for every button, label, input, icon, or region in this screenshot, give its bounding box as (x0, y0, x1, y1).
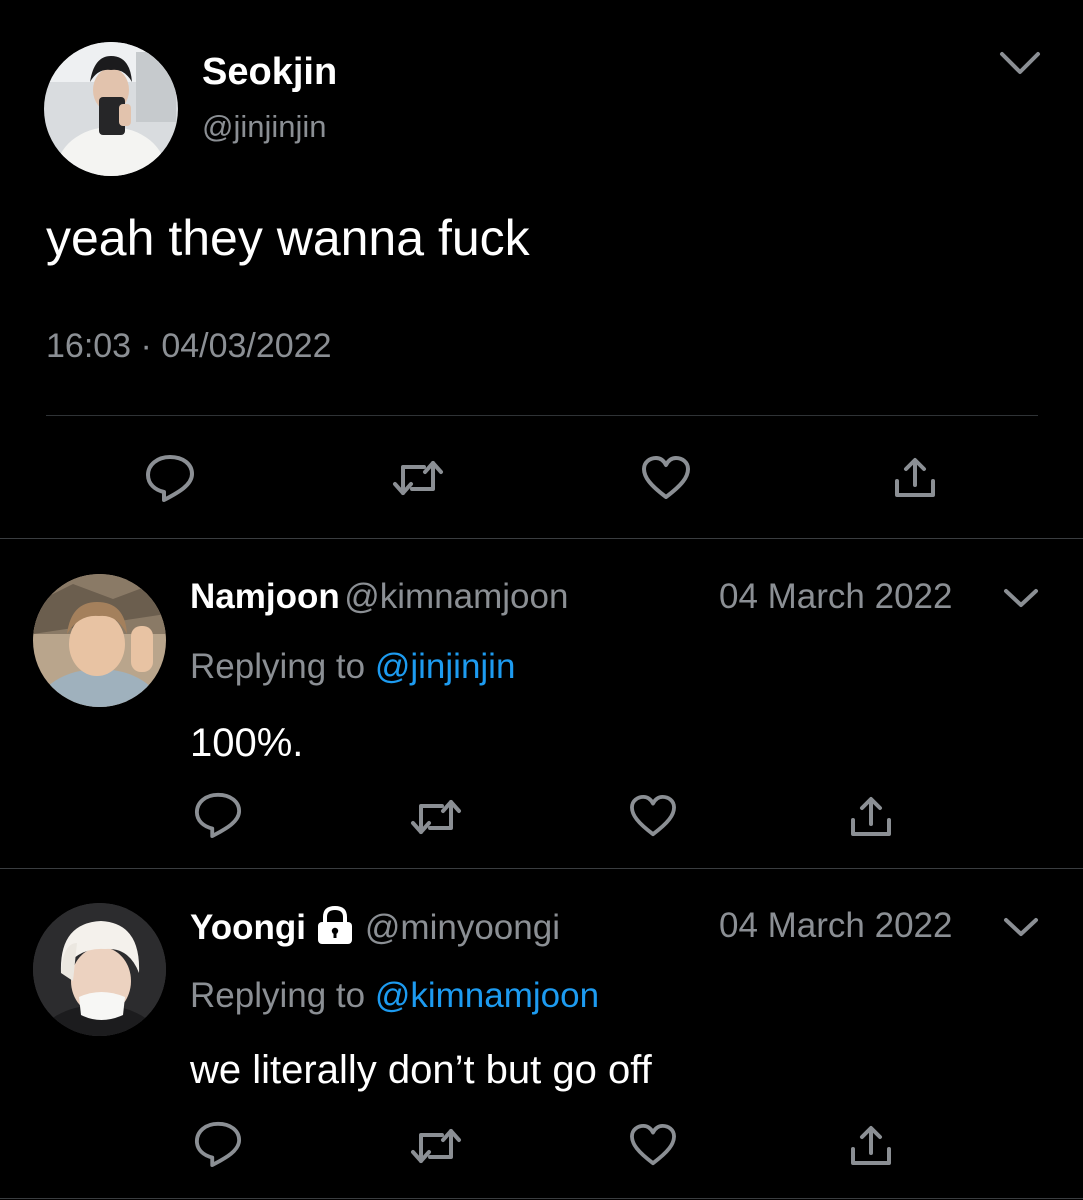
retweet-icon[interactable] (410, 1125, 462, 1167)
tweet-text: yeah they wanna fuck (46, 210, 530, 266)
share-icon[interactable] (848, 1123, 894, 1169)
divider (0, 1198, 1083, 1199)
lock-icon (314, 905, 356, 945)
retweet-icon[interactable] (392, 457, 444, 499)
tweet-timestamp[interactable]: 16:03 · 04/03/2022 (46, 324, 332, 368)
like-icon[interactable] (640, 455, 692, 501)
replying-to: Replying to @kimnamjoon (190, 975, 599, 1017)
replying-to-mention[interactable]: @jinjinjin (375, 647, 516, 686)
avatar-seokjin[interactable] (44, 42, 178, 176)
avatar-yoongi[interactable] (33, 903, 166, 1036)
tweet-date: 04/03/2022 (161, 327, 332, 365)
reply-header: Yoongi @minyoongi (190, 905, 560, 949)
reply-icon[interactable] (193, 1120, 243, 1168)
divider (0, 538, 1083, 539)
chevron-down-icon[interactable] (998, 48, 1042, 78)
chevron-down-icon[interactable] (1002, 586, 1040, 610)
reply-text: 100%. (190, 721, 304, 765)
reply-author-handle[interactable]: @minyoongi (365, 908, 560, 947)
divider (0, 868, 1083, 869)
reply-date[interactable]: 04 March 2022 (719, 905, 952, 947)
like-icon[interactable] (628, 794, 678, 838)
reply-author-handle[interactable]: @kimnamjoon (344, 577, 568, 616)
reply-author-name[interactable]: Namjoon (190, 577, 340, 616)
divider (46, 415, 1038, 416)
share-icon[interactable] (892, 455, 938, 501)
like-icon[interactable] (628, 1123, 678, 1167)
replying-to-prefix: Replying to (190, 647, 366, 686)
reply-header: Namjoon @kimnamjoon (190, 576, 568, 618)
reply-author-name[interactable]: Yoongi (190, 908, 306, 947)
reply-date[interactable]: 04 March 2022 (719, 576, 952, 618)
replying-to: Replying to @jinjinjin (190, 646, 515, 688)
author-handle[interactable]: @jinjinjin (202, 108, 327, 146)
timestamp-separator: · (140, 327, 152, 365)
replying-to-mention[interactable]: @kimnamjoon (375, 976, 599, 1015)
author-name[interactable]: Seokjin (202, 50, 337, 94)
tweet-time: 16:03 (46, 327, 132, 365)
reply-text: we literally don’t but go off (190, 1048, 652, 1092)
reply-icon[interactable] (193, 791, 243, 839)
retweet-icon[interactable] (410, 796, 462, 838)
reply-icon[interactable] (144, 453, 196, 503)
share-icon[interactable] (848, 794, 894, 840)
avatar-namjoon[interactable] (33, 574, 166, 707)
replying-to-prefix: Replying to (190, 976, 366, 1015)
chevron-down-icon[interactable] (1002, 915, 1040, 939)
